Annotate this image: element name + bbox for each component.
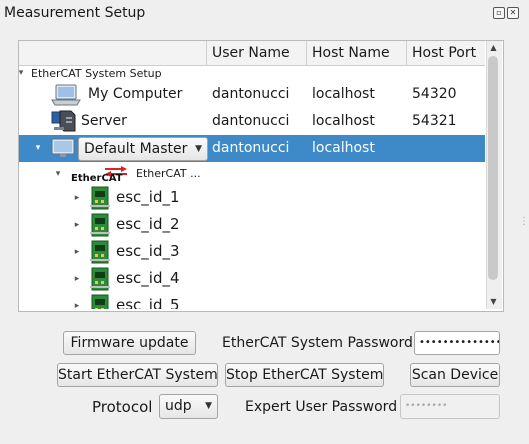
scroll-down-arrow-icon[interactable]: ▼ — [486, 296, 501, 308]
root-label: EtherCAT System Setup — [31, 67, 162, 80]
master-user: dantonucci — [212, 140, 290, 156]
tree-row-ethercat[interactable]: ▾ EtherCAT EtherCAT ... — [19, 162, 485, 186]
computer-host: localhost — [312, 86, 375, 102]
ethercat-logo-icon: EtherCAT — [71, 166, 127, 183]
tree-row-esc-4[interactable]: ▸ esc_id_4 — [19, 266, 485, 293]
scan-device-button[interactable]: Scan Device — [410, 363, 500, 387]
master-select-value: Default Master — [84, 141, 188, 157]
collapse-arrow-icon[interactable]: ▾ — [33, 143, 43, 153]
tree-row-master[interactable]: ▾ Default Master ▼ dantonucci localhost — [19, 135, 485, 162]
chevron-down-icon: ▼ — [195, 144, 202, 154]
expand-arrow-icon[interactable]: ▸ — [72, 193, 82, 203]
float-window-icon[interactable]: ▫ — [493, 7, 505, 19]
expand-arrow-icon[interactable]: ▸ — [72, 301, 82, 309]
system-password-label: EtherCAT System Password — [222, 335, 413, 351]
tree-row-esc-3[interactable]: ▸ esc_id_3 — [19, 239, 485, 266]
collapse-arrow-icon[interactable]: ▾ — [19, 68, 26, 78]
tree-row-server[interactable]: Server dantonucci localhost 54321 — [19, 108, 485, 135]
tree-row-my-computer[interactable]: My Computer dantonucci localhost 54320 — [19, 81, 485, 108]
green-pcb-board-icon — [90, 213, 110, 237]
header-name[interactable] — [19, 41, 206, 65]
system-password-field[interactable]: ••••••••••••••• — [414, 331, 500, 355]
slave-name: esc_id_1 — [116, 188, 180, 206]
expand-arrow-icon[interactable]: ▸ — [72, 247, 82, 257]
computer-name: My Computer — [88, 86, 183, 102]
header-host-port[interactable]: Host Port — [406, 41, 485, 65]
tree-header: User Name Host Name Host Port — [19, 41, 485, 66]
computer-port: 54320 — [412, 86, 457, 102]
window-title: Measurement Setup — [4, 5, 146, 21]
server-port: 54321 — [412, 113, 457, 129]
slave-name: esc_id_5 — [116, 296, 180, 309]
master-host: localhost — [312, 140, 375, 156]
measurement-tree[interactable]: User Name Host Name Host Port ▾ EtherCAT… — [19, 41, 485, 309]
start-ethercat-system-button[interactable]: Start EtherCAT System — [57, 363, 218, 387]
tree-row-esc-2[interactable]: ▸ esc_id_2 — [19, 212, 485, 239]
green-pcb-board-icon — [90, 186, 110, 210]
expand-arrow-icon[interactable]: ▸ — [72, 274, 82, 284]
expert-password-label: Expert User Password — [245, 399, 398, 415]
chevron-down-icon: ▼ — [205, 401, 212, 411]
title-bar: Measurement Setup ▫ ✕ — [0, 0, 529, 26]
ethercat-logo-text: EtherCAT — [71, 173, 123, 183]
scrollbar-thumb[interactable] — [488, 56, 498, 280]
slave-name: esc_id_4 — [116, 269, 180, 287]
protocol-label: Protocol — [92, 398, 153, 416]
green-pcb-board-icon — [90, 240, 110, 264]
firmware-update-button[interactable]: Firmware update — [63, 331, 196, 355]
close-window-icon[interactable]: ✕ — [507, 7, 519, 19]
ethercat-node-label: EtherCAT ... — [136, 167, 201, 180]
expand-arrow-icon[interactable]: ▸ — [72, 220, 82, 230]
protocol-select[interactable]: udp ▼ — [159, 394, 218, 419]
green-pcb-board-icon — [91, 294, 109, 309]
slave-name: esc_id_3 — [116, 242, 180, 260]
server-tower-icon — [51, 110, 76, 132]
tree-row-esc-1[interactable]: ▸ esc_id_1 — [19, 185, 485, 212]
server-host: localhost — [312, 113, 375, 129]
stop-ethercat-system-button[interactable]: Stop EtherCAT System — [225, 363, 384, 387]
header-host-name[interactable]: Host Name — [306, 41, 406, 65]
splitter-handle-icon[interactable]: ⋮ — [519, 216, 529, 227]
collapse-arrow-icon[interactable]: ▾ — [53, 169, 63, 179]
computer-user: dantonucci — [212, 86, 290, 102]
monitor-icon — [51, 138, 75, 157]
server-name: Server — [81, 113, 127, 129]
scroll-up-arrow-icon[interactable]: ▲ — [486, 42, 501, 54]
protocol-select-value: udp — [165, 398, 192, 414]
expert-password-field[interactable]: •••••••• — [400, 394, 500, 419]
laptop-computer-icon — [51, 84, 81, 106]
green-pcb-board-icon — [90, 267, 110, 291]
slave-name: esc_id_2 — [116, 215, 180, 233]
header-user-name[interactable]: User Name — [206, 41, 306, 65]
server-user: dantonucci — [212, 113, 290, 129]
master-select[interactable]: Default Master ▼ — [78, 137, 208, 161]
tree-row-esc-5[interactable]: ▸ esc_id_5 — [19, 293, 485, 309]
